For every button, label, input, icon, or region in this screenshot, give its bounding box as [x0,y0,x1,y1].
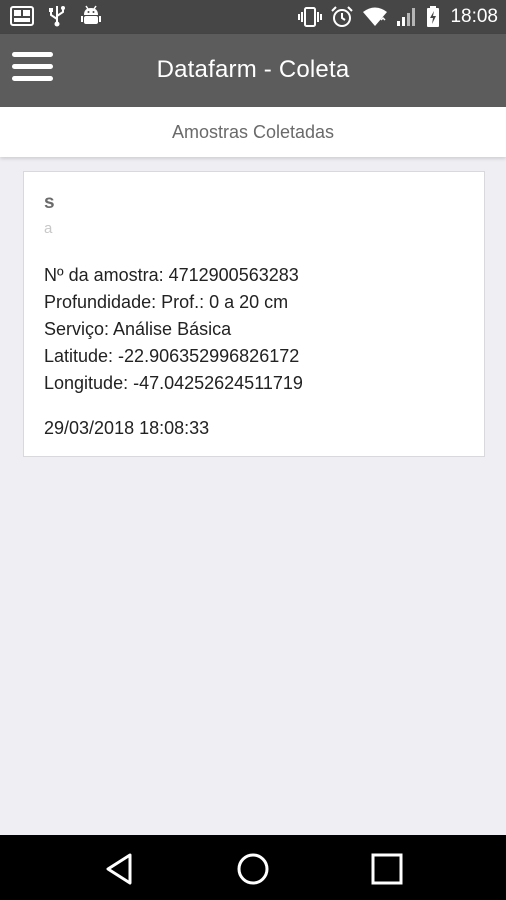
sample-number: Nº da amostra: 4712900563283 [44,265,299,285]
system-nav-bar [0,835,506,900]
app-title: Datafarm - Coleta [156,56,350,83]
sample-title: s [44,192,55,213]
sample-date: 29/03/2018 18:08:33 [44,418,210,438]
vibrate-icon [298,6,323,28]
status-time: 18:08 [450,6,498,27]
back-icon[interactable] [100,849,140,889]
photo-notification-icon [10,5,34,27]
wifi-icon [362,6,388,28]
sample-card[interactable]: s a Nº da amostra: 4712900563283 Profund… [23,171,485,457]
recent-apps-icon[interactable] [367,849,407,889]
sample-longitude: Longitude: -47.04252624511719 [44,373,303,393]
sample-depth: Profundidade: Prof.: 0 a 20 cm [44,292,289,312]
home-icon[interactable] [233,849,273,889]
status-left-icons [10,5,102,27]
sample-subtitle: a [44,220,53,237]
sample-details: Nº da amostra: 4712900563283 Profundidad… [44,262,303,397]
battery-charging-icon [426,6,440,28]
status-right-icons: 18:08 [298,5,498,29]
status-bar: 18:08 [0,0,506,34]
usb-icon [48,5,66,27]
sample-service: Serviço: Análise Básica [44,319,232,339]
section-title: Amostras Coletadas [171,122,335,142]
signal-icon [396,6,418,28]
sample-latitude: Latitude: -22.906352996826172 [44,346,300,366]
section-header: Amostras Coletadas [0,107,506,157]
app-bar: Datafarm - Coleta [0,34,506,107]
alarm-icon [330,6,354,28]
android-debug-icon [80,5,102,27]
